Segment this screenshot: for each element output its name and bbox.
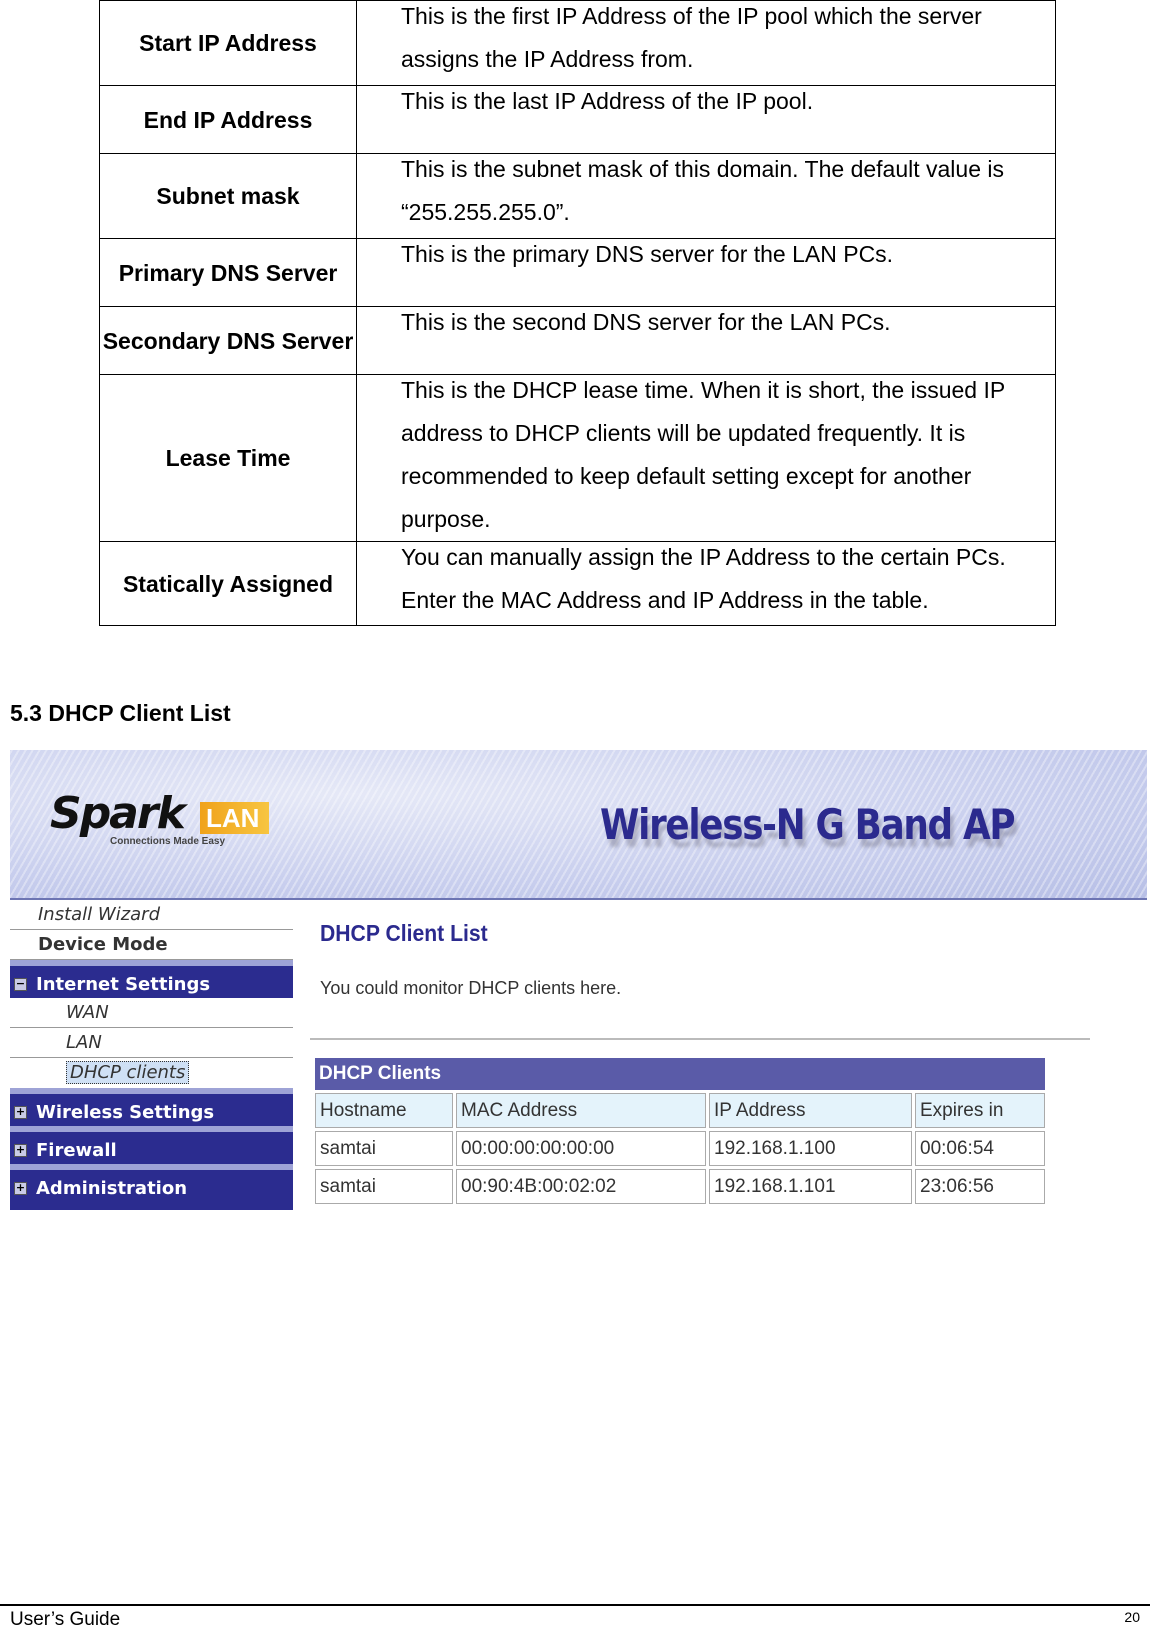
nav-internet-settings[interactable]: − Internet Settings	[10, 960, 293, 998]
nav-label: Wireless Settings	[36, 1102, 215, 1123]
nav-label: Firewall	[36, 1140, 117, 1161]
param-label: Subnet mask	[99, 153, 357, 239]
logo-brand: Spark	[50, 788, 186, 839]
footer-title: User’s Guide	[10, 1609, 121, 1630]
cell-hostname: samtai	[315, 1169, 453, 1204]
param-desc: This is the first IP Address of the IP p…	[401, 3, 982, 72]
param-label: Start IP Address	[99, 0, 357, 86]
page-number: 20	[1124, 1609, 1140, 1625]
param-label: Primary DNS Server	[99, 238, 357, 307]
column-header: Hostname	[315, 1093, 453, 1128]
page-description: You could monitor DHCP clients here.	[320, 978, 622, 998]
param-label: Statically Assigned	[99, 541, 357, 626]
column-header: MAC Address	[456, 1093, 706, 1128]
expand-icon[interactable]: +	[14, 1182, 27, 1195]
nav-device-mode[interactable]: Device Mode	[10, 930, 293, 960]
cell-ip: 192.168.1.101	[709, 1169, 912, 1204]
table-header-row: Hostname MAC Address IP Address Expires …	[315, 1093, 1045, 1128]
param-row: Statically Assigned You can manually ass…	[99, 541, 1056, 626]
logo-brand-suffix: LAN	[200, 802, 270, 834]
cell-hostname: samtai	[315, 1131, 453, 1166]
nav-dhcp-clients[interactable]: DHCP clients	[66, 1061, 190, 1084]
param-desc: This is the last IP Address of the IP po…	[401, 88, 814, 114]
expand-icon[interactable]: +	[14, 1106, 27, 1119]
cell-mac: 00:90:4B:00:02:02	[456, 1169, 706, 1204]
nav-install-wizard[interactable]: Install Wizard	[10, 900, 293, 930]
param-label: Lease Time	[99, 374, 357, 542]
param-desc: This is the subnet mask of this domain. …	[401, 156, 1004, 225]
table-row: samtai 00:00:00:00:00:00 192.168.1.100 0…	[315, 1131, 1045, 1166]
logo-tagline: Connections Made Easy	[110, 836, 226, 847]
nav-administration[interactable]: + Administration	[10, 1164, 293, 1202]
router-ui-screenshot: Spark LAN Connections Made Easy Wireless…	[10, 750, 1147, 1240]
collapse-icon[interactable]: −	[14, 978, 27, 991]
divider	[310, 1038, 1090, 1040]
expand-icon[interactable]: +	[14, 1144, 27, 1157]
param-label: Secondary DNS Server	[99, 306, 357, 375]
product-title: Wireless-N G Band AP	[600, 800, 1016, 849]
dhcp-clients-table: DHCP Clients Hostname MAC Address IP Add…	[312, 1055, 1048, 1207]
param-label: End IP Address	[99, 85, 357, 154]
table-row: samtai 00:90:4B:00:02:02 192.168.1.101 2…	[315, 1169, 1045, 1204]
param-desc: This is the primary DNS server for the L…	[401, 241, 894, 267]
cell-mac: 00:00:00:00:00:00	[456, 1131, 706, 1166]
cell-expires: 23:06:56	[915, 1169, 1045, 1204]
param-desc: This is the DHCP lease time. When it is …	[401, 377, 1005, 532]
nav-firewall[interactable]: + Firewall	[10, 1126, 293, 1164]
param-desc: You can manually assign the IP Address t…	[401, 544, 1006, 613]
param-row: Primary DNS Server This is the primary D…	[99, 238, 1056, 307]
param-row: Start IP Address This is the first IP Ad…	[99, 0, 1056, 86]
footer-rule	[0, 1604, 1150, 1606]
column-header: Expires in	[915, 1093, 1045, 1128]
cell-ip: 192.168.1.100	[709, 1131, 912, 1166]
param-row: End IP Address This is the last IP Addre…	[99, 85, 1056, 154]
nav-label: Administration	[36, 1178, 188, 1199]
param-desc: This is the second DNS server for the LA…	[401, 309, 891, 335]
sparklan-logo: Spark LAN Connections Made Easy	[50, 788, 280, 858]
table-caption: DHCP Clients	[315, 1058, 1045, 1090]
param-row: Subnet mask This is the subnet mask of t…	[99, 153, 1056, 239]
cell-expires: 00:06:54	[915, 1131, 1045, 1166]
page-title: DHCP Client List	[320, 920, 488, 946]
nav-label: Internet Settings	[36, 974, 211, 995]
param-row: Lease Time This is the DHCP lease time. …	[99, 374, 1056, 542]
column-header: IP Address	[709, 1093, 912, 1128]
param-row: Secondary DNS Server This is the second …	[99, 306, 1056, 375]
nav-wireless-settings[interactable]: + Wireless Settings	[10, 1088, 293, 1126]
section-title: 5.3 DHCP Client List	[10, 700, 231, 726]
nav-lan[interactable]: LAN	[10, 1028, 293, 1058]
header-banner: Spark LAN Connections Made Easy Wireless…	[10, 750, 1147, 900]
parameter-table: Start IP Address This is the first IP Ad…	[99, 0, 1056, 626]
sidebar-nav: Install Wizard Device Mode − Internet Se…	[10, 900, 293, 1210]
